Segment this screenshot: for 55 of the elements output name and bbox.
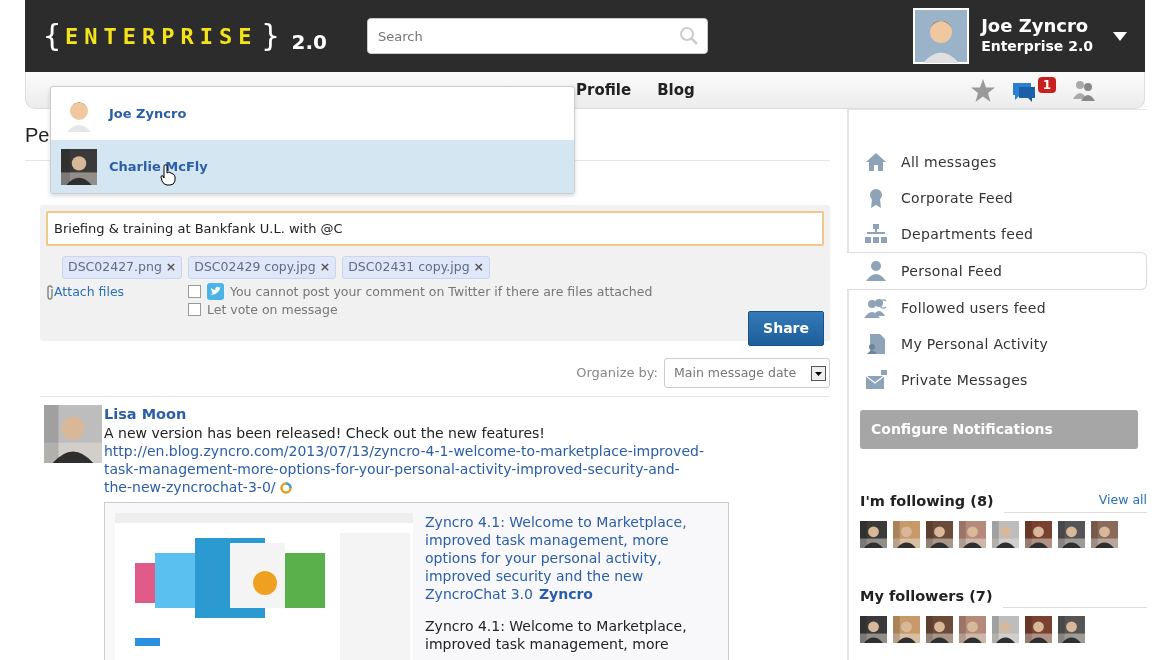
nav-link[interactable]: Profile — [576, 78, 632, 102]
checkbox[interactable] — [188, 303, 201, 317]
view-all-link[interactable]: View all — [1098, 491, 1147, 510]
avatar-icon[interactable] — [913, 8, 970, 64]
feed-item[interactable]: All messages — [849, 144, 1147, 180]
preview-source: Zyncro — [538, 586, 593, 602]
option-label: Let vote on message — [207, 300, 338, 319]
user-subtitle: Enterprise 2.0 — [981, 37, 1093, 57]
people-icon[interactable] — [1072, 79, 1096, 101]
notification-badge: 1 — [1037, 77, 1056, 93]
post-link[interactable]: http://en.blog.zyncro.com/2013/07/13/zyncro-4-1-welcome-to-marketplace-improved-task-management-more-options-for-your-personal-activity-improved-security-and-the-new-zyncrochat-3-0/ — [104, 442, 704, 496]
mention-option[interactable]: Charlie McFly — [51, 140, 574, 193]
preview-title[interactable]: Zyncro 4.1: Welcome to Marketplace, improved task management, more options for your personal activity, improved security and the new ZyncroChat 3.0 Zyncro — [425, 513, 715, 603]
caret-icon[interactable] — [1113, 31, 1127, 41]
feed-item[interactable]: Departments feed — [849, 216, 1147, 252]
feed-item[interactable]: Private Messages — [849, 362, 1147, 398]
bird-icon[interactable] — [207, 283, 224, 301]
feed-item[interactable]: Corporate Feed — [849, 180, 1147, 216]
message-input[interactable]: Briefing & training at Bankfank U.L. with @C — [46, 211, 824, 246]
preview-description: Zyncro 4.1: Welcome to Marketplace, improved task management, more — [425, 617, 688, 653]
logo-brace: } — [261, 21, 280, 51]
section-title: I'm following (8) — [860, 492, 994, 511]
section-title: My followers (7) — [860, 586, 993, 606]
logo-text: ENTERPRISE — [65, 22, 258, 51]
star-icon[interactable] — [970, 78, 995, 102]
sort-select[interactable]: Main message date — [664, 358, 830, 388]
file-name: DSC02431 copy.jpg — [348, 259, 470, 274]
logo-brace: { — [43, 21, 62, 51]
feed-item[interactable]: Personal Feed — [847, 252, 1147, 290]
user-name: Joe Zyncro — [981, 14, 1090, 37]
people-icon — [863, 296, 889, 320]
ring-icon — [279, 482, 292, 494]
file-name: DSC02429 copy.jpg — [194, 259, 316, 274]
checkbox[interactable] — [188, 285, 201, 299]
envelope-icon — [863, 368, 889, 392]
feed-item[interactable]: My Personal Activity — [849, 326, 1147, 362]
attach-files-link[interactable]: Attach files — [54, 282, 125, 302]
share-button[interactable]: Share — [748, 310, 824, 346]
post-text: A new version has been released! Check out the new features! — [104, 424, 546, 442]
mention-option[interactable]: Joe Zyncro — [51, 87, 574, 140]
logo-version: 2.0 — [291, 29, 327, 56]
file-name: DSC02427.png — [68, 259, 162, 274]
remove-button[interactable]: × — [319, 259, 331, 274]
remove-button[interactable]: × — [473, 259, 485, 274]
search-icon[interactable] — [679, 26, 699, 46]
remove-button[interactable]: × — [165, 259, 177, 274]
org-chart-icon — [863, 222, 889, 246]
nav-link[interactable]: Blog — [657, 78, 695, 102]
search-field[interactable]: Search — [367, 18, 708, 54]
person-icon — [863, 259, 889, 283]
option-label: You cannot post your comment on Twitter if there are files attached — [230, 282, 653, 301]
feed-item[interactable]: Followed users feed — [849, 290, 1147, 326]
paperclip-icon — [46, 284, 54, 300]
organize-label: Organize by: — [576, 364, 658, 383]
author-name[interactable]: Lisa Moon — [104, 405, 729, 424]
